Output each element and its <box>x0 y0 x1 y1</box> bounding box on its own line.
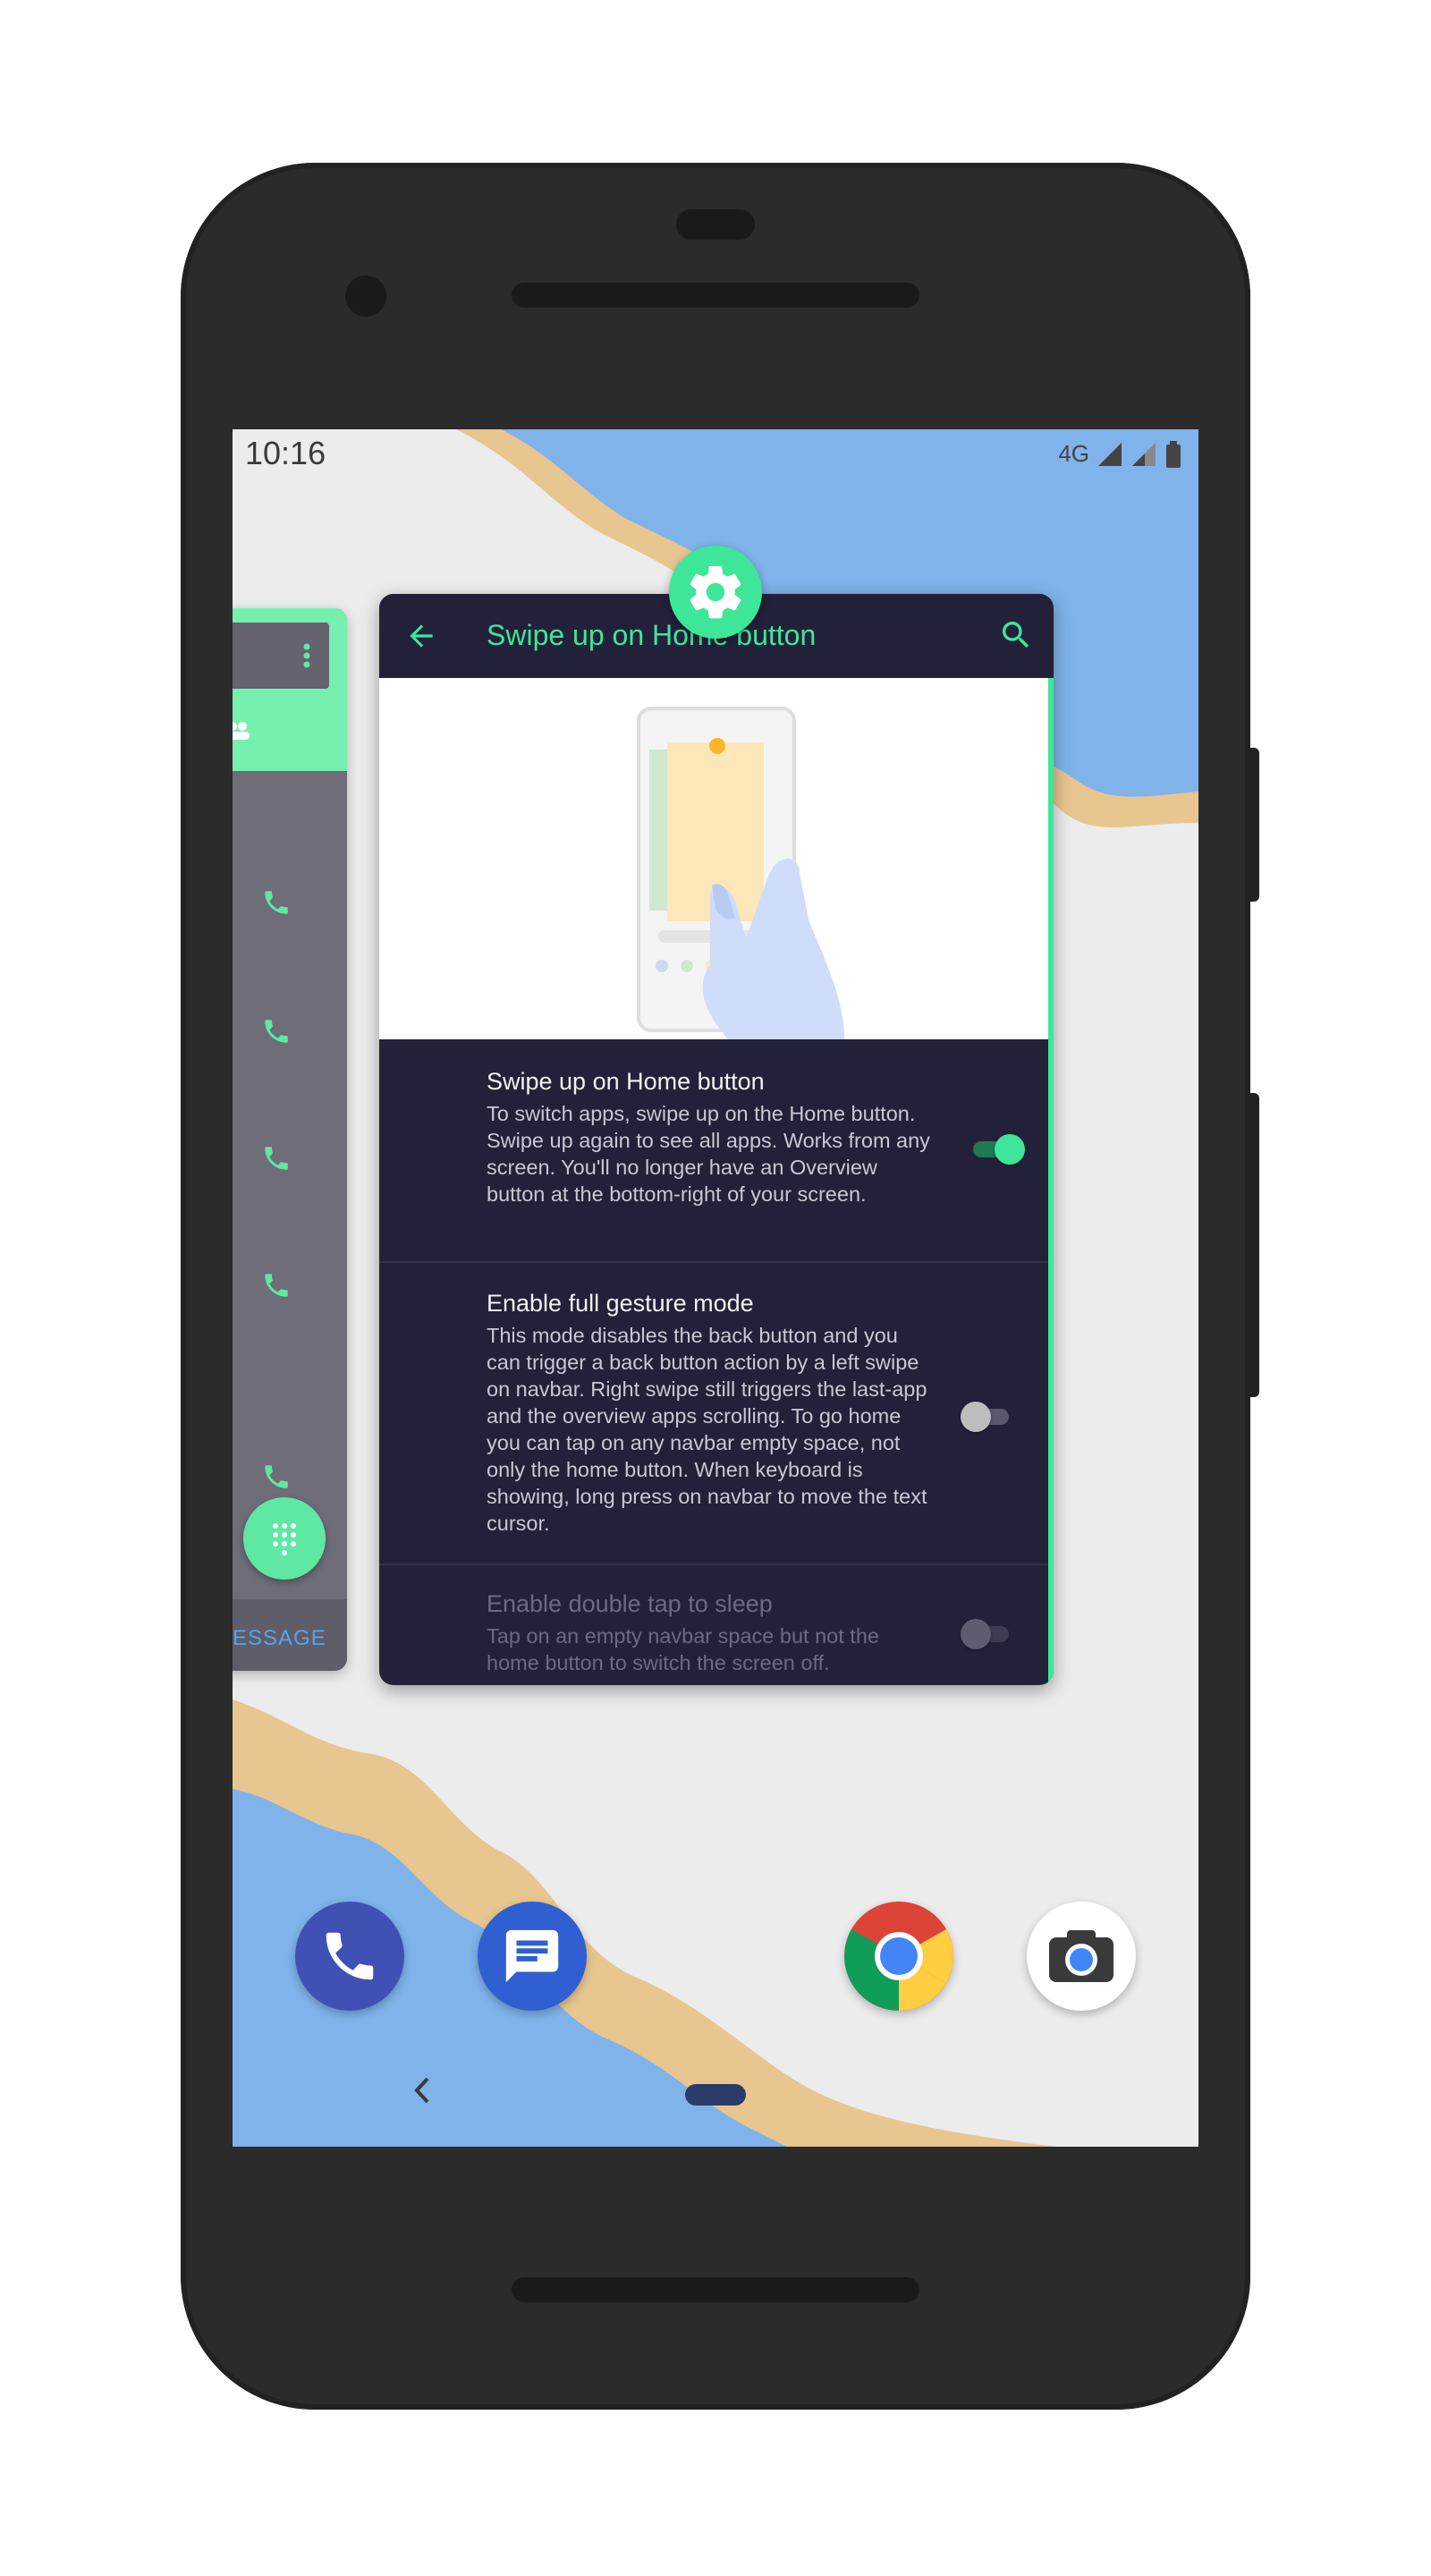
message-button-label[interactable]: ESSAGE <box>233 1626 326 1651</box>
camera-icon <box>1049 1930 1113 1982</box>
pref-title: Swipe up on Home button <box>487 1068 765 1095</box>
pref-summary: To switch apps, swipe up on the Home but… <box>487 1102 930 1206</box>
nav-back-icon[interactable] <box>411 2075 431 2106</box>
front-camera <box>345 275 386 317</box>
contacts-icon <box>233 722 250 740</box>
battery-icon <box>1166 440 1181 468</box>
pref-full-gesture-mode[interactable]: Enable full gesture mode This mode disab… <box>379 1263 1048 1563</box>
full-gesture-toggle[interactable] <box>961 1402 1014 1432</box>
swipe-up-toggle[interactable] <box>973 1134 1027 1165</box>
network-type-label: 4G <box>1058 440 1089 467</box>
phone-app-icon[interactable] <box>295 1902 404 2011</box>
dialer-bottom-bar: ESSAGE <box>233 1599 347 1671</box>
call-icon[interactable] <box>261 887 292 918</box>
phone-icon <box>326 1932 374 1980</box>
status-time: 10:16 <box>245 435 326 471</box>
gesture-illustration <box>379 678 1048 1039</box>
messages-icon <box>505 1929 559 1983</box>
pref-title: Enable full gesture mode <box>487 1290 754 1317</box>
dialer-search-bar[interactable] <box>233 623 329 689</box>
pref-swipe-up-home[interactable]: Swipe up on Home button To switch apps, … <box>379 1039 1048 1261</box>
volume-button <box>1245 1093 1259 1397</box>
pref-summary: This mode disables the back button and y… <box>487 1324 927 1535</box>
top-speaker <box>512 283 919 308</box>
pref-title: Enable double tap to sleep <box>487 1590 773 1617</box>
double-tap-toggle[interactable] <box>961 1619 1014 1649</box>
call-icon[interactable] <box>261 1016 292 1046</box>
screen: 10:16 4G ESSAGE Swipe up on Home button … <box>233 429 1198 2147</box>
toolbar-title: Swipe up on Home button <box>487 619 817 651</box>
camera-app-icon[interactable] <box>1027 1902 1136 2011</box>
call-icon[interactable] <box>261 1143 292 1174</box>
messages-app-icon[interactable] <box>478 1902 587 2011</box>
nav-home-pill[interactable] <box>685 2084 746 2106</box>
status-icons: 4G <box>1058 440 1182 468</box>
cell-signal-icon <box>1098 442 1122 466</box>
more-vert-icon[interactable] <box>302 642 311 669</box>
dialpad-button[interactable] <box>243 1497 326 1580</box>
bottom-speaker <box>512 2277 919 2302</box>
back-arrow-icon[interactable] <box>404 619 438 653</box>
chrome-app-icon[interactable] <box>844 1902 953 2011</box>
pref-double-tap-sleep[interactable]: Enable double tap to sleep Tap on an emp… <box>379 1565 1048 1685</box>
recent-app-card-settings[interactable]: Swipe up on Home button Swipe up on Home… <box>379 594 1054 1685</box>
earpiece <box>676 209 755 240</box>
settings-app-icon[interactable] <box>669 546 762 639</box>
chrome-icon <box>844 1902 953 2011</box>
call-icon[interactable] <box>261 1270 292 1301</box>
recent-app-card-dialer[interactable]: ESSAGE <box>233 608 347 1671</box>
cell-signal-2-icon <box>1132 442 1156 466</box>
pref-summary: Tap on an empty navbar space but not the… <box>487 1624 879 1674</box>
power-button <box>1245 748 1259 902</box>
search-icon[interactable] <box>998 617 1034 653</box>
gear-icon <box>690 565 741 619</box>
scroll-accent <box>1048 678 1054 1685</box>
dialpad-icon <box>273 1523 296 1555</box>
call-icon[interactable] <box>261 1462 292 1492</box>
